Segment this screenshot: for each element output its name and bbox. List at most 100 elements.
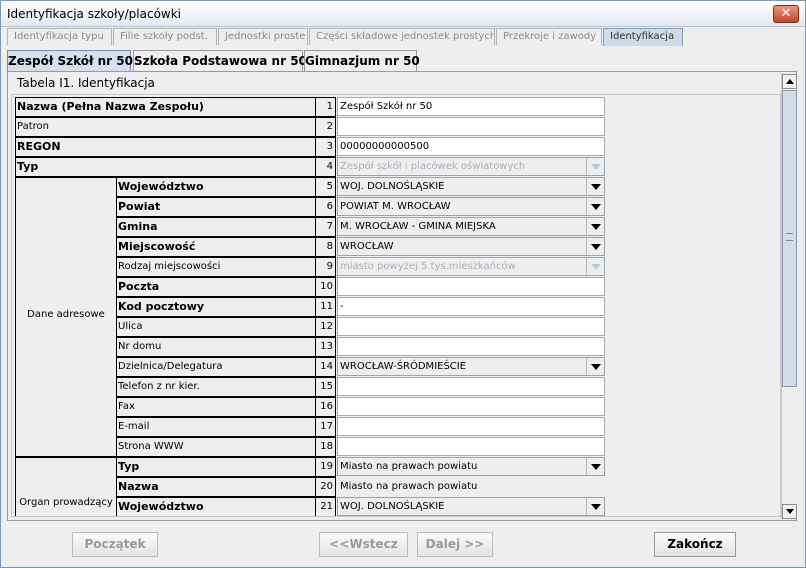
tab-filie-szkoly[interactable]: Filie szkoły podst. <box>113 28 217 45</box>
label-rodzaj-miejscowosci: Rodzaj miejscowości <box>116 257 316 277</box>
form-table: Nazwa (Pełna Nazwa Zespołu) 1 Zespół Szk… <box>15 97 781 516</box>
label-organ-wojewodztwo: Województwo <box>116 497 316 516</box>
chevron-down-icon[interactable] <box>586 498 604 515</box>
group-label-organ-prowadzacy: Organ prowadzący <box>19 497 113 508</box>
row-number: 12 <box>315 317 336 337</box>
tab-czesci-skladowe[interactable]: Części składowe jednostek prostych <box>309 28 495 45</box>
row-number: 4 <box>315 157 336 177</box>
close-button[interactable]: ✕ <box>773 5 799 23</box>
row-number: 1 <box>315 97 336 117</box>
row-number: 21 <box>315 497 336 516</box>
organ-typ-select[interactable]: Miasto na prawach powiatu <box>337 457 605 476</box>
chevron-down-icon <box>586 158 604 175</box>
chevron-down-icon[interactable] <box>586 198 604 215</box>
poczta-input[interactable] <box>337 277 605 296</box>
row-number: 3 <box>315 137 336 157</box>
row-number: 16 <box>315 397 336 417</box>
group-dane-adresowe: Dane adresowe <box>15 177 117 457</box>
email-input[interactable] <box>337 417 605 436</box>
chevron-down-icon <box>586 258 604 275</box>
label-telefon: Telefon z nr kier. <box>116 377 316 397</box>
tab-gimnazjum[interactable]: Gimnazjum nr 50 <box>304 50 420 72</box>
kod-pocztowy-input[interactable]: - <box>337 297 605 316</box>
group-organ-prowadzacy: Organ prowadzący <box>15 457 117 516</box>
nr-domu-input[interactable] <box>337 337 605 356</box>
row-number: 2 <box>315 117 336 137</box>
tab-identyfikacja[interactable]: Identyfikacja <box>603 28 683 46</box>
label-regon: REGON <box>15 137 316 157</box>
group-label-dane-adresowe: Dane adresowe <box>27 309 105 320</box>
row-number: 17 <box>315 417 336 437</box>
label-fax: Fax <box>116 397 316 417</box>
tab-szkola-podstawowa[interactable]: Szkoła Podstawowa nr 50 <box>133 50 307 72</box>
tab-zespol-szkol[interactable]: Zespół Szkół nr 50 <box>7 50 133 72</box>
row-number: 7 <box>315 217 336 237</box>
chevron-down-icon[interactable] <box>586 358 604 375</box>
fax-input[interactable] <box>337 397 605 416</box>
start-button[interactable]: Początek <box>72 532 158 557</box>
vertical-scrollbar[interactable] <box>781 74 797 519</box>
typ-select: Zespół szkół i placówek oświatowych <box>337 157 605 176</box>
nazwa-input[interactable]: Zespół Szkół nr 50 <box>337 97 605 116</box>
row-number: 15 <box>315 377 336 397</box>
tab-przekroje-zawody[interactable]: Przekroje i zawody <box>496 28 602 45</box>
organ-nazwa-field: Miasto na prawach powiatu <box>337 477 605 496</box>
label-typ: Typ <box>15 157 316 177</box>
table-title: Tabela I1. Identyfikacja <box>17 76 155 90</box>
label-organ-typ: Typ <box>116 457 316 477</box>
patron-input[interactable] <box>337 117 605 136</box>
label-email: E-mail <box>116 417 316 437</box>
row-number: 10 <box>315 277 336 297</box>
row-number: 9 <box>315 257 336 277</box>
title-bar: Identyfikacja szkoły/placówki ✕ <box>1 1 805 27</box>
regon-input[interactable]: 00000000000500 <box>337 137 605 156</box>
row-number: 20 <box>315 477 336 497</box>
powiat-select[interactable]: POWIAT M. WROCŁAW <box>337 197 605 216</box>
miejscowosc-select[interactable]: WROCŁAW <box>337 237 605 256</box>
scroll-thumb[interactable] <box>782 90 797 387</box>
wojewodztwo-select[interactable]: WOJ. DOLNOŚLĄSKIE <box>337 177 605 196</box>
chevron-down-icon[interactable] <box>586 458 604 475</box>
telefon-input[interactable] <box>337 377 605 396</box>
row-number: 14 <box>315 357 336 377</box>
label-patron: Patron <box>15 117 316 137</box>
label-strona-www: Strona WWW <box>116 437 316 457</box>
label-ulica: Ulica <box>116 317 316 337</box>
scroll-down-icon[interactable] <box>782 504 797 519</box>
chevron-down-icon[interactable] <box>586 178 604 195</box>
chevron-down-icon[interactable] <box>586 238 604 255</box>
label-kod-pocztowy: Kod pocztowy <box>116 297 316 317</box>
row-number: 6 <box>315 197 336 217</box>
content-panel: Tabela I1. Identyfikacja Nazwa (Pełna Na… <box>7 71 797 521</box>
rodzaj-miejscowosci-select: miasto powyżej 5 tys.mieszkańców <box>337 257 605 276</box>
label-organ-nazwa: Nazwa <box>116 477 316 497</box>
scroll-up-icon[interactable] <box>782 74 797 89</box>
gmina-select[interactable]: M. WROCŁAW - GMINA MIEJSKA <box>337 217 605 236</box>
finish-button[interactable]: Zakończ <box>654 532 736 557</box>
label-nazwa: Nazwa (Pełna Nazwa Zespołu) <box>15 97 316 117</box>
ulica-input[interactable] <box>337 317 605 336</box>
strona-www-input[interactable] <box>337 437 605 456</box>
app-window: Identyfikacja szkoły/placówki ✕ Identyfi… <box>0 0 806 568</box>
next-button[interactable]: Dalej >> <box>417 532 493 557</box>
label-nr-domu: Nr domu <box>116 337 316 357</box>
row-number: 18 <box>315 437 336 457</box>
row-number: 5 <box>315 177 336 197</box>
label-poczta: Poczta <box>116 277 316 297</box>
label-miejscowosc: Miejscowość <box>116 237 316 257</box>
label-gmina: Gmina <box>116 217 316 237</box>
dzielnica-select[interactable]: WROCŁAW-ŚRÓDMIEŚCIE <box>337 357 605 376</box>
row-number: 11 <box>315 297 336 317</box>
label-powiat: Powiat <box>116 197 316 217</box>
label-wojewodztwo: Województwo <box>116 177 316 197</box>
row-number: 19 <box>315 457 336 477</box>
tab-identyfikacja-typu[interactable]: Identyfikacja typu <box>7 28 112 45</box>
row-number: 13 <box>315 337 336 357</box>
row-number: 8 <box>315 237 336 257</box>
chevron-down-icon[interactable] <box>586 218 604 235</box>
label-dzielnica: Dzielnica/Delegatura <box>116 357 316 377</box>
tab-jednostki-proste[interactable]: Jednostki proste <box>218 28 308 45</box>
back-button[interactable]: <<Wstecz <box>319 532 408 557</box>
window-title: Identyfikacja szkoły/placówki <box>7 7 182 21</box>
organ-wojewodztwo-select[interactable]: WOJ. DOLNOŚLĄSKIE <box>337 497 605 516</box>
